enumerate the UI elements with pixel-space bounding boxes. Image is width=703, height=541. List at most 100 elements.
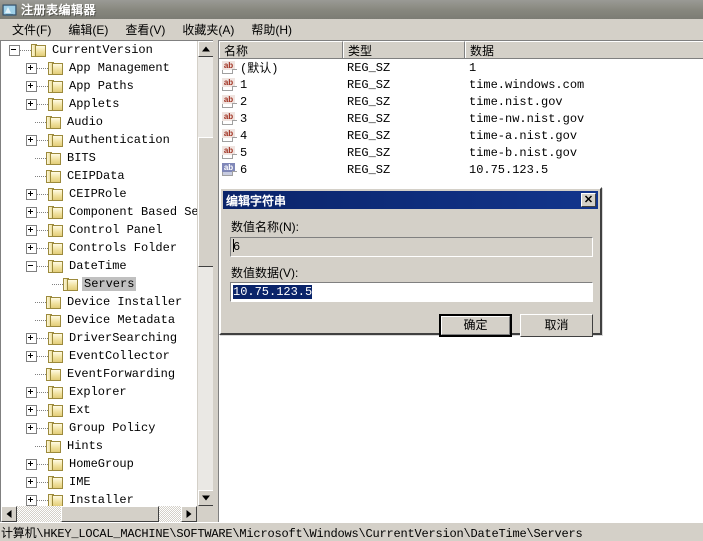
- tree-item-installer[interactable]: Installer: [1, 491, 197, 506]
- expand-icon[interactable]: [26, 494, 37, 506]
- folder-icon: [48, 241, 64, 255]
- expand-icon[interactable]: [26, 242, 37, 254]
- value-row[interactable]: ab (默认) REG_SZ 1: [219, 59, 703, 76]
- string-value-icon: ab: [222, 61, 237, 74]
- tree-item-label: DateTime: [69, 259, 127, 273]
- tree-item-label: Explorer: [69, 385, 127, 399]
- tree-horizontal-scrollbar[interactable]: [1, 506, 197, 522]
- expand-icon[interactable]: [26, 476, 37, 488]
- tree-item-eventcollector[interactable]: EventCollector: [1, 347, 197, 365]
- folder-icon: [46, 313, 62, 327]
- expand-icon[interactable]: [26, 386, 37, 398]
- expand-icon[interactable]: [26, 62, 37, 74]
- column-header-type[interactable]: 类型: [343, 41, 465, 58]
- tree-item-device-metadata[interactable]: Device Metadata: [1, 311, 197, 329]
- collapse-icon[interactable]: [26, 260, 37, 272]
- tree-item-label: CEIPData: [67, 169, 125, 183]
- value-row[interactable]: ab 3 REG_SZ time-nw.nist.gov: [219, 110, 703, 127]
- menu-file[interactable]: 文件(F): [4, 19, 60, 40]
- value-data: time.nist.gov: [469, 94, 563, 109]
- expand-icon[interactable]: [26, 332, 37, 344]
- tree-scroll-left-button[interactable]: [1, 506, 17, 522]
- expand-icon[interactable]: [26, 422, 37, 434]
- tree-item-app-paths[interactable]: App Paths: [1, 77, 197, 95]
- folder-icon: [31, 43, 47, 57]
- ok-button[interactable]: 确定: [439, 314, 512, 337]
- expand-icon[interactable]: [26, 458, 37, 470]
- tree-item-app-management[interactable]: App Management: [1, 59, 197, 77]
- column-header-data[interactable]: 数据: [465, 41, 703, 58]
- tree-item-label: EventCollector: [69, 349, 170, 363]
- tree-item-datetime[interactable]: DateTime: [1, 257, 197, 275]
- tree-connector: [37, 463, 48, 465]
- value-row[interactable]: ab 2 REG_SZ time.nist.gov: [219, 93, 703, 110]
- tree-item-component-based-servic[interactable]: Component Based Servic: [1, 203, 197, 221]
- tree-connector: [35, 175, 46, 177]
- value-row[interactable]: ab 4 REG_SZ time-a.nist.gov: [219, 127, 703, 144]
- value-row[interactable]: ab 5 REG_SZ time-b.nist.gov: [219, 144, 703, 161]
- menu-edit[interactable]: 编辑(E): [60, 19, 117, 40]
- expand-icon[interactable]: [26, 134, 37, 146]
- tree-scroll-down-button[interactable]: [198, 490, 213, 506]
- expand-icon[interactable]: [26, 350, 37, 362]
- column-header-name[interactable]: 名称: [219, 41, 343, 58]
- edit-string-dialog: 编辑字符串 ✕ 数值名称(N): 6 数值数据(V): 10.75.123.5 …: [219, 187, 602, 337]
- tree-item-ext[interactable]: Ext: [1, 401, 197, 419]
- tree-item-ime[interactable]: IME: [1, 473, 197, 491]
- menu-help[interactable]: 帮助(H): [243, 19, 301, 40]
- expand-icon[interactable]: [26, 224, 37, 236]
- expand-icon[interactable]: [26, 404, 37, 416]
- value-row[interactable]: ab 6 REG_SZ 10.75.123.5: [219, 161, 703, 178]
- expand-icon[interactable]: [26, 188, 37, 200]
- value-type: REG_SZ: [347, 145, 391, 160]
- cancel-button[interactable]: 取消: [520, 314, 593, 337]
- tree-connector: [37, 355, 48, 357]
- value-type: REG_SZ: [347, 128, 391, 143]
- tree-item-homegroup[interactable]: HomeGroup: [1, 455, 197, 473]
- tree-connector: [37, 211, 48, 213]
- tree-connector: [35, 373, 46, 375]
- tree-item-servers[interactable]: Servers: [1, 275, 197, 293]
- registry-tree[interactable]: CurrentVersion App Management App Paths App…: [1, 41, 197, 506]
- menu-view[interactable]: 查看(V): [117, 19, 174, 40]
- menu-favorites[interactable]: 收藏夹(A): [174, 19, 243, 40]
- tree-item-device-installer[interactable]: Device Installer: [1, 293, 197, 311]
- tree-connector: [37, 229, 48, 231]
- value-row[interactable]: ab 1 REG_SZ time.windows.com: [219, 76, 703, 93]
- tree-item-bits[interactable]: BITS: [1, 149, 197, 167]
- tree-item-group-policy[interactable]: Group Policy: [1, 419, 197, 437]
- values-list[interactable]: ab (默认) REG_SZ 1 ab 1 REG_SZ time.windows.com ab…: [219, 59, 703, 178]
- tree-horizontal-scroll-thumb[interactable]: [61, 506, 159, 522]
- value-name-field[interactable]: 6: [230, 237, 593, 257]
- close-icon[interactable]: ✕: [581, 193, 596, 207]
- expand-icon[interactable]: [26, 98, 37, 110]
- tree-item-applets[interactable]: Applets: [1, 95, 197, 113]
- dialog-title: 编辑字符串: [226, 193, 287, 208]
- tree-item-authentication[interactable]: Authentication: [1, 131, 197, 149]
- tree-scroll-right-button[interactable]: [181, 506, 197, 522]
- tree-connector: [37, 193, 48, 195]
- value-type: REG_SZ: [347, 60, 391, 75]
- tree-item-driversearching[interactable]: DriverSearching: [1, 329, 197, 347]
- tree-connector: [37, 139, 48, 141]
- value-data-field[interactable]: 10.75.123.5: [230, 282, 593, 302]
- tree-item-control-panel[interactable]: Control Panel: [1, 221, 197, 239]
- tree-vertical-scroll-thumb[interactable]: [198, 137, 213, 267]
- tree-item-ceiprole[interactable]: CEIPRole: [1, 185, 197, 203]
- tree-vertical-scrollbar[interactable]: [197, 41, 213, 506]
- tree-scroll-up-button[interactable]: [198, 41, 213, 57]
- tree-connector: [35, 121, 46, 123]
- tree-item-controls-folder[interactable]: Controls Folder: [1, 239, 197, 257]
- tree-item-hints[interactable]: Hints: [1, 437, 197, 455]
- folder-icon: [48, 205, 64, 219]
- expand-icon[interactable]: [26, 206, 37, 218]
- tree-item-ceipdata[interactable]: CEIPData: [1, 167, 197, 185]
- tree-item-currentversion[interactable]: CurrentVersion: [1, 41, 197, 59]
- folder-icon: [46, 169, 62, 183]
- folder-icon: [46, 115, 62, 129]
- tree-item-audio[interactable]: Audio: [1, 113, 197, 131]
- tree-item-explorer[interactable]: Explorer: [1, 383, 197, 401]
- expand-icon[interactable]: [26, 80, 37, 92]
- collapse-icon[interactable]: [9, 44, 20, 56]
- tree-item-eventforwarding[interactable]: EventForwarding: [1, 365, 197, 383]
